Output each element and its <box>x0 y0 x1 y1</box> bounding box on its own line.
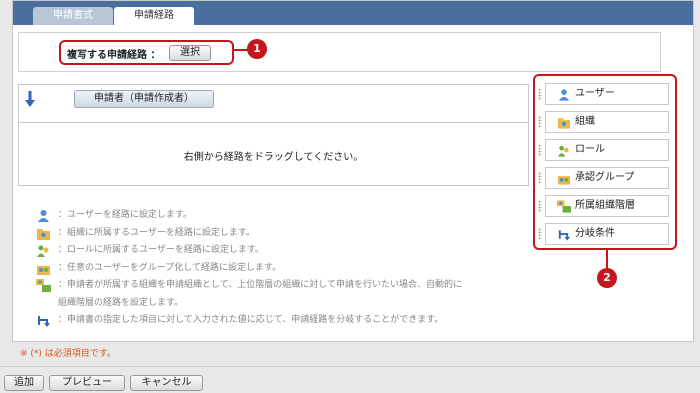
callout-connector-1 <box>234 49 248 51</box>
add-button[interactable]: 追加 <box>4 375 44 391</box>
palette-item-approval-group[interactable]: 承認グループ <box>538 167 669 189</box>
cancel-button[interactable]: キャンセル <box>130 375 203 391</box>
palette-item-org-hierarchy[interactable]: 所属組織階層 <box>538 195 669 217</box>
preview-button[interactable]: プレビュー <box>49 375 125 391</box>
palette-item-label: ロール <box>575 144 605 155</box>
drag-handle[interactable] <box>538 88 542 100</box>
org-hierarchy-icon <box>36 279 51 292</box>
legend-text: 組織階層の経路を設定します。 <box>58 297 184 308</box>
applicant-node[interactable]: 申請者（申請作成者） <box>74 90 214 108</box>
legend-item: ：組織に所属するユーザーを経路に設定します。 <box>36 225 536 243</box>
palette-item-label: 所属組織階層 <box>575 200 635 211</box>
legend: ：ユーザーを経路に設定します。 ：組織に所属するユーザーを経路に設定します。 ：… <box>36 207 536 330</box>
palette-item-label: 分岐条件 <box>575 228 615 239</box>
approval-group-icon <box>37 265 50 275</box>
palette-item-branch[interactable]: 分岐条件 <box>538 223 669 245</box>
user-icon <box>38 210 49 222</box>
route-step-applicant: 申請者（申請作成者） <box>19 85 528 123</box>
palette-item-label: ユーザー <box>575 88 615 99</box>
drag-hint-text: 右側から経路をドラッグしてください。 <box>183 152 364 163</box>
role-icon <box>557 145 569 157</box>
route-element-palette: ユーザー 組織 ロール 承認グループ 所属組織階層 分岐条件 <box>533 74 677 250</box>
palette-item-role[interactable]: ロール <box>538 139 669 161</box>
palette-item-user[interactable]: ユーザー <box>538 83 669 105</box>
callout-badge-1: 1 <box>247 39 267 59</box>
branch-icon <box>38 316 50 327</box>
organization-icon <box>557 118 571 129</box>
tab-bar: 申請書式 申請経路 <box>13 1 693 25</box>
tab-application-form[interactable]: 申請書式 <box>33 7 113 25</box>
callout-badge-2: 2 <box>597 268 617 288</box>
legend-text: ：申請書の指定した項目に対して入力された値に応じて、申請経路を分岐することができ… <box>58 315 444 325</box>
drag-handle[interactable] <box>538 228 542 240</box>
copy-route-label: 複写する申請経路 ： <box>67 50 161 61</box>
legend-item: ：申請者が所属する組織を申請組織として、上位階層の組織に対して申請を行いたい場合… <box>36 277 536 295</box>
select-route-button[interactable]: 選択 <box>169 45 211 61</box>
palette-item-label: 組織 <box>575 116 595 127</box>
org-hierarchy-icon <box>557 200 571 213</box>
legend-text: ：ロールに所属するユーザーを経路に設定します。 <box>58 245 264 255</box>
branch-icon <box>558 230 571 241</box>
down-arrow-icon <box>25 91 35 107</box>
drag-handle[interactable] <box>538 172 542 184</box>
palette-item-label: 承認グループ <box>575 172 635 183</box>
drag-handle[interactable] <box>538 116 542 128</box>
drag-handle[interactable] <box>538 200 542 212</box>
required-note: ※ (*) は必須項目です。 <box>20 349 116 359</box>
legend-text: ：ユーザーを経路に設定します。 <box>58 210 192 220</box>
legend-item: ：任意のユーザーをグループ化して経路に設定します。 <box>36 260 536 278</box>
approval-group-icon <box>557 176 571 185</box>
footer-divider <box>0 366 700 367</box>
role-icon <box>37 245 49 257</box>
callout-connector-2 <box>606 250 608 269</box>
tab-application-route[interactable]: 申請経路 <box>114 7 194 25</box>
user-icon <box>558 89 570 101</box>
legend-text: ：任意のユーザーをグループ化して経路に設定します。 <box>58 262 282 273</box>
route-drop-area[interactable]: 申請者（申請作成者） 右側から経路をドラッグしてください。 <box>18 84 529 186</box>
organization-icon <box>37 228 50 240</box>
legend-item: ：申請書の指定した項目に対して入力された値に応じて、申請経路を分岐することができ… <box>36 312 536 330</box>
legend-item: 組織階層の経路を設定します。 <box>36 295 536 313</box>
palette-item-organization[interactable]: 組織 <box>538 111 669 133</box>
legend-text: ：組織に所属するユーザーを経路に設定します。 <box>58 227 255 238</box>
legend-item: ：ロールに所属するユーザーを経路に設定します。 <box>36 242 536 260</box>
drag-handle[interactable] <box>538 144 542 156</box>
legend-item: ：ユーザーを経路に設定します。 <box>36 207 536 225</box>
legend-text: ：申請者が所属する組織を申請組織として、上位階層の組織に対して申請を行いたい場合… <box>58 280 463 290</box>
